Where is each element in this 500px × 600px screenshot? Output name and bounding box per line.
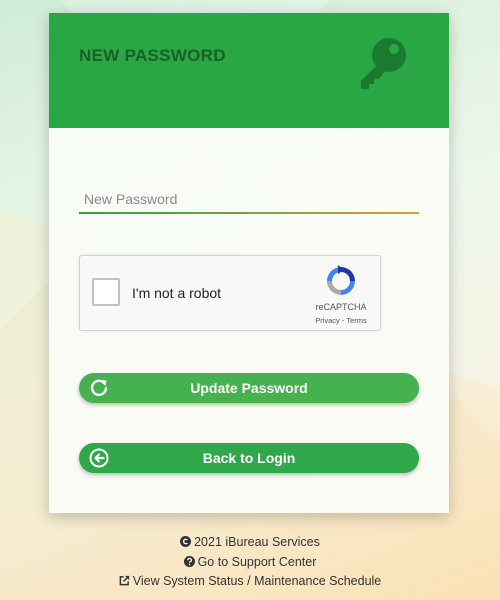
recaptcha-checkbox[interactable] [92, 278, 120, 306]
support-center-link[interactable]: Go to Support Center [198, 555, 317, 569]
footer-status: View System Status / Maintenance Schedul… [0, 574, 500, 588]
page-title: NEW PASSWORD [79, 46, 226, 65]
back-to-login-button[interactable]: Back to Login [79, 443, 419, 473]
recaptcha-privacy-terms-link[interactable]: Privacy - Terms [308, 316, 374, 325]
password-card: NEW PASSWORD I'm not a robot reCAPTCHA P… [49, 13, 449, 513]
back-to-login-label: Back to Login [202, 450, 296, 466]
input-underline [79, 212, 419, 214]
new-password-input[interactable] [79, 186, 419, 212]
footer-support: Go to Support Center [0, 555, 500, 569]
arrow-left-circle-icon [89, 448, 109, 468]
refresh-icon [90, 379, 108, 397]
recaptcha-widget: I'm not a robot reCAPTCHA Privacy - Term… [79, 255, 381, 331]
question-circle-icon [183, 556, 195, 567]
recaptcha-logo-icon [327, 265, 355, 295]
system-status-link[interactable]: View System Status / Maintenance Schedul… [133, 574, 382, 588]
recaptcha-brand: reCAPTCHA [315, 302, 367, 312]
card-header: NEW PASSWORD [49, 13, 449, 128]
new-password-field [79, 186, 419, 214]
footer-copyright: 2021 iBureau Services [0, 535, 500, 549]
recaptcha-label: I'm not a robot [132, 285, 222, 301]
key-icon [361, 38, 406, 89]
update-password-label: Update Password [190, 380, 308, 396]
copyright-icon [180, 536, 192, 547]
copyright-text: 2021 iBureau Services [194, 535, 320, 549]
external-link-icon [119, 575, 129, 586]
update-password-button[interactable]: Update Password [79, 373, 419, 403]
